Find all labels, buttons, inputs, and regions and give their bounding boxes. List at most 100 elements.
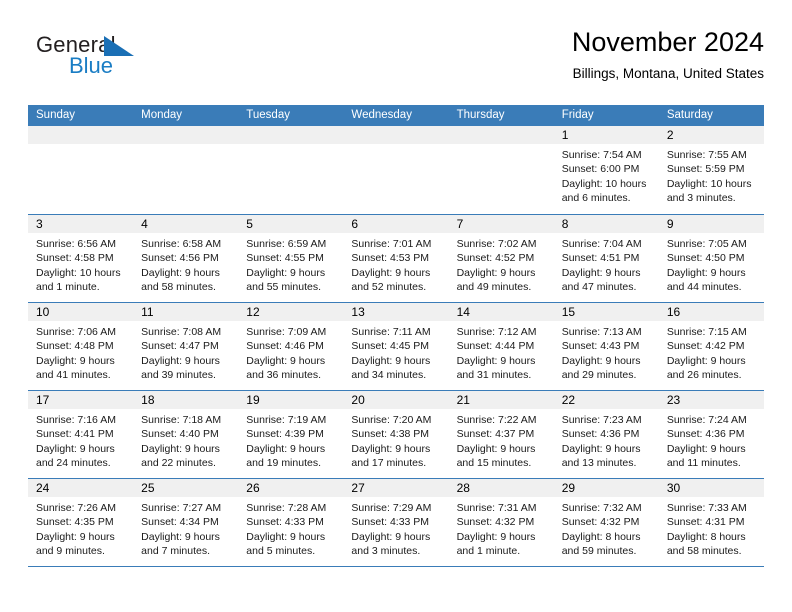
calendar-week-row: 24 Sunrise: 7:26 AM Sunset: 4:35 PM Dayligh…	[28, 478, 764, 566]
day-details: Sunrise: 7:16 AM Sunset: 4:41 PM Daylight:…	[28, 409, 133, 471]
calendar-day-cell[interactable]: 22 Sunrise: 7:23 AM Sunset: 4:36 PM Dayligh…	[553, 391, 659, 478]
sunrise-text: Sunrise: 7:29 AM	[351, 502, 432, 514]
daylight-text-line1: Daylight: 9 hours	[561, 354, 641, 367]
day-number: 25	[133, 479, 239, 497]
day-details: Sunrise: 7:05 AM Sunset: 4:50 PM Daylight:…	[659, 233, 764, 295]
day-details: Sunrise: 7:15 AM Sunset: 4:42 PM Daylight:…	[659, 321, 764, 383]
sunset-text: Sunset: 4:53 PM	[351, 252, 430, 265]
daylight-text-line1: Daylight: 9 hours	[456, 354, 536, 367]
calendar-day-cell[interactable]: 27 Sunrise: 7:29 AM Sunset: 4:33 PM Dayligh…	[343, 479, 449, 566]
daylight-text-line1: Daylight: 9 hours	[36, 354, 115, 367]
day-details: Sunrise: 7:20 AM Sunset: 4:38 PM Daylight:…	[343, 409, 448, 471]
day-number: 4	[133, 215, 239, 233]
day-number: 22	[553, 391, 659, 409]
daylight-text-line2: and 49 minutes.	[456, 281, 532, 294]
sunrise-text: Sunrise: 7:13 AM	[561, 326, 642, 338]
calendar-day-cell[interactable]: 10 Sunrise: 7:06 AM Sunset: 4:48 PM Dayligh…	[28, 303, 134, 390]
calendar-day-cell[interactable]: 30 Sunrise: 7:33 AM Sunset: 4:31 PM Dayligh…	[658, 479, 764, 566]
calendar-day-cell[interactable]: 3 Sunrise: 6:56 AM Sunset: 4:58 PM Daylight…	[28, 215, 134, 302]
daylight-text-line2: and 17 minutes.	[351, 457, 427, 470]
calendar-week-row: 17 Sunrise: 7:16 AM Sunset: 4:41 PM Dayligh…	[28, 390, 764, 478]
sunset-text: Sunset: 4:36 PM	[666, 428, 745, 441]
calendar-day-cell[interactable]: 6 Sunrise: 7:01 AM Sunset: 4:53 PM Daylight…	[343, 215, 449, 302]
calendar-day-cell[interactable]: 24 Sunrise: 7:26 AM Sunset: 4:35 PM Dayligh…	[28, 479, 134, 566]
calendar-day-cell[interactable]: 12 Sunrise: 7:09 AM Sunset: 4:46 PM Dayligh…	[238, 303, 344, 390]
day-number: 15	[553, 303, 659, 321]
calendar-day-cell[interactable]: 1 Sunrise: 7:54 AM Sunset: 6:00 PM Daylight…	[553, 126, 659, 214]
calendar-day-cell[interactable]: 29 Sunrise: 7:32 AM Sunset: 4:32 PM Dayligh…	[553, 479, 659, 566]
calendar-day-cell[interactable]: 23 Sunrise: 7:24 AM Sunset: 4:36 PM Dayligh…	[658, 391, 764, 478]
calendar-day-cell-empty	[238, 126, 344, 214]
day-number	[448, 126, 554, 144]
day-details: Sunrise: 7:06 AM Sunset: 4:48 PM Daylight:…	[28, 321, 133, 383]
calendar-day-cell-empty	[448, 126, 554, 214]
daylight-text-line1: Daylight: 10 hours	[36, 266, 121, 279]
daylight-text-line2: and 34 minutes.	[351, 369, 427, 382]
day-number	[343, 126, 449, 144]
calendar-day-cell[interactable]: 19 Sunrise: 7:19 AM Sunset: 4:39 PM Dayligh…	[238, 391, 344, 478]
calendar-day-cell[interactable]: 15 Sunrise: 7:13 AM Sunset: 4:43 PM Dayligh…	[553, 303, 659, 390]
day-details: Sunrise: 6:58 AM Sunset: 4:56 PM Daylight:…	[133, 233, 238, 295]
weekday-header-sunday: Sunday	[36, 109, 76, 121]
brand-logo[interactable]: General Blue	[36, 32, 166, 84]
sunrise-text: Sunrise: 7:55 AM	[666, 149, 747, 161]
sunset-text: Sunset: 4:43 PM	[561, 340, 640, 353]
calendar-day-cell[interactable]: 2 Sunrise: 7:55 AM Sunset: 5:59 PM Daylight…	[658, 126, 764, 214]
calendar-bottom-border	[28, 566, 764, 567]
calendar-day-cell[interactable]: 14 Sunrise: 7:12 AM Sunset: 4:44 PM Dayligh…	[448, 303, 554, 390]
day-details: Sunrise: 6:56 AM Sunset: 4:58 PM Daylight:…	[28, 233, 133, 295]
day-details: Sunrise: 7:11 AM Sunset: 4:45 PM Daylight:…	[343, 321, 448, 383]
sunset-text: Sunset: 4:41 PM	[36, 428, 114, 441]
daylight-text-line1: Daylight: 9 hours	[351, 354, 431, 367]
day-number: 23	[658, 391, 764, 409]
sunset-text: Sunset: 4:38 PM	[351, 428, 430, 441]
sunrise-text: Sunrise: 7:19 AM	[246, 414, 327, 426]
calendar-day-cell[interactable]: 28 Sunrise: 7:31 AM Sunset: 4:32 PM Dayligh…	[448, 479, 554, 566]
daylight-text-line2: and 29 minutes.	[561, 369, 637, 382]
calendar-day-cell[interactable]: 26 Sunrise: 7:28 AM Sunset: 4:33 PM Dayligh…	[238, 479, 344, 566]
daylight-text-line1: Daylight: 9 hours	[456, 530, 536, 543]
calendar-day-cell[interactable]: 4 Sunrise: 6:58 AM Sunset: 4:56 PM Daylight…	[133, 215, 239, 302]
calendar-day-cell[interactable]: 7 Sunrise: 7:02 AM Sunset: 4:52 PM Daylight…	[448, 215, 554, 302]
sunrise-text: Sunrise: 7:11 AM	[351, 326, 431, 338]
calendar-day-cell[interactable]: 18 Sunrise: 7:18 AM Sunset: 4:40 PM Dayligh…	[133, 391, 239, 478]
sunrise-text: Sunrise: 7:26 AM	[36, 502, 116, 514]
calendar-day-cell[interactable]: 25 Sunrise: 7:27 AM Sunset: 4:34 PM Dayligh…	[133, 479, 239, 566]
calendar-day-cell[interactable]: 16 Sunrise: 7:15 AM Sunset: 4:42 PM Dayligh…	[658, 303, 764, 390]
sunset-text: Sunset: 4:35 PM	[36, 516, 114, 529]
sunrise-text: Sunrise: 7:01 AM	[351, 238, 432, 250]
sunrise-text: Sunrise: 7:31 AM	[456, 502, 537, 514]
sunset-text: Sunset: 4:44 PM	[456, 340, 535, 353]
day-details: Sunrise: 7:32 AM Sunset: 4:32 PM Daylight:…	[554, 497, 659, 559]
sunrise-text: Sunrise: 7:16 AM	[36, 414, 116, 426]
calendar-page: General Blue November 2024 Billings, Mon…	[0, 0, 792, 612]
daylight-text-line1: Daylight: 10 hours	[561, 177, 647, 190]
day-number: 11	[133, 303, 239, 321]
sunset-text: Sunset: 4:58 PM	[36, 252, 114, 265]
calendar-day-cell[interactable]: 21 Sunrise: 7:22 AM Sunset: 4:37 PM Dayligh…	[448, 391, 554, 478]
daylight-text-line1: Daylight: 9 hours	[246, 354, 326, 367]
calendar-day-cell[interactable]: 5 Sunrise: 6:59 AM Sunset: 4:55 PM Daylight…	[238, 215, 344, 302]
calendar-day-cell[interactable]: 13 Sunrise: 7:11 AM Sunset: 4:45 PM Dayligh…	[343, 303, 449, 390]
calendar-day-cell-empty	[133, 126, 239, 214]
sunset-text: Sunset: 4:47 PM	[141, 340, 219, 353]
daylight-text-line2: and 15 minutes.	[456, 457, 532, 470]
calendar-day-cell[interactable]: 9 Sunrise: 7:05 AM Sunset: 4:50 PM Daylight…	[658, 215, 764, 302]
calendar-grid: Sunday Monday Tuesday Wednesday Thursday…	[28, 105, 764, 567]
calendar-day-cell[interactable]: 17 Sunrise: 7:16 AM Sunset: 4:41 PM Dayligh…	[28, 391, 134, 478]
daylight-text-line1: Daylight: 9 hours	[666, 266, 746, 279]
day-details: Sunrise: 7:18 AM Sunset: 4:40 PM Daylight:…	[133, 409, 238, 471]
sunset-text: Sunset: 4:36 PM	[561, 428, 640, 441]
day-details: Sunrise: 7:19 AM Sunset: 4:39 PM Daylight:…	[238, 409, 343, 471]
daylight-text-line1: Daylight: 9 hours	[351, 530, 431, 543]
day-number: 28	[448, 479, 554, 497]
calendar-day-cell[interactable]: 11 Sunrise: 7:08 AM Sunset: 4:47 PM Dayligh…	[133, 303, 239, 390]
daylight-text-line2: and 59 minutes.	[561, 545, 637, 558]
daylight-text-line1: Daylight: 9 hours	[36, 442, 115, 455]
calendar-day-cell[interactable]: 8 Sunrise: 7:04 AM Sunset: 4:51 PM Daylight…	[553, 215, 659, 302]
calendar-day-cell[interactable]: 20 Sunrise: 7:20 AM Sunset: 4:38 PM Dayligh…	[343, 391, 449, 478]
sunrise-text: Sunrise: 7:20 AM	[351, 414, 432, 426]
calendar-day-cell-empty	[343, 126, 449, 214]
sunset-text: Sunset: 4:39 PM	[246, 428, 324, 441]
daylight-text-line1: Daylight: 9 hours	[351, 266, 431, 279]
